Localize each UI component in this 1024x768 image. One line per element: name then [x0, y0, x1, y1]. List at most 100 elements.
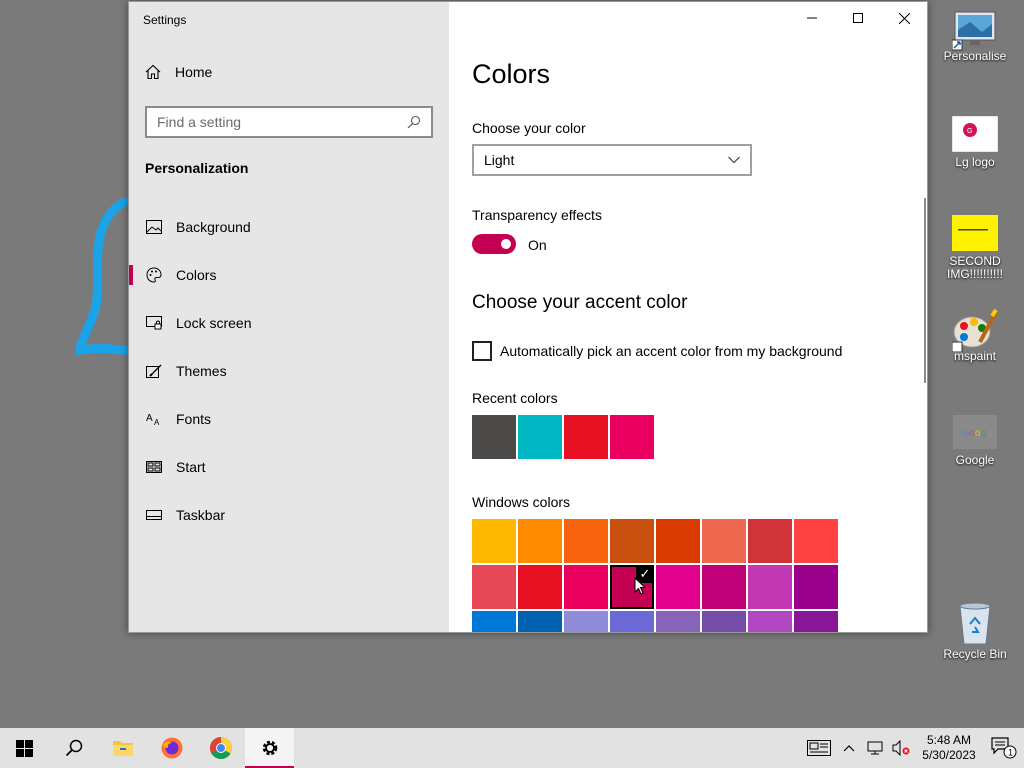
- clock[interactable]: 5:48 AM 5/30/2023: [914, 733, 984, 763]
- windows-color-swatch[interactable]: [656, 519, 700, 563]
- settings-taskbar-button[interactable]: [245, 728, 294, 768]
- recent-color-swatch[interactable]: [564, 415, 608, 459]
- home-icon: [145, 64, 161, 80]
- news-icon: [807, 740, 831, 756]
- home-label: Home: [175, 64, 213, 80]
- windows-color-swatch[interactable]: [748, 611, 792, 632]
- nav-item-taskbar[interactable]: Taskbar: [129, 491, 449, 539]
- nav-item-themes[interactable]: Themes: [129, 347, 449, 395]
- search-box[interactable]: [145, 106, 433, 138]
- windows-color-swatch[interactable]: [656, 611, 700, 632]
- chevron-down-icon: [728, 156, 740, 164]
- nav-item-background[interactable]: Background: [129, 203, 449, 251]
- start-icon: [145, 459, 162, 476]
- notification-icon: 1: [991, 737, 1017, 759]
- windows-color-swatch[interactable]: [472, 611, 516, 632]
- auto-pick-row[interactable]: Automatically pick an accent color from …: [472, 341, 842, 361]
- desktop-icon-label: SECOND IMG!!!!!!!!!!: [946, 254, 1003, 281]
- page-title: Colors: [472, 59, 551, 89]
- system-tray: 5:48 AM 5/30/2023 1: [802, 728, 1024, 768]
- firefox-button[interactable]: [147, 728, 196, 768]
- network-button[interactable]: [862, 728, 888, 768]
- section-label: Personalization: [145, 160, 249, 176]
- home-link[interactable]: Home: [145, 64, 212, 80]
- windows-color-swatch[interactable]: [518, 565, 562, 609]
- chrome-icon: [209, 737, 232, 759]
- nav-item-lock-screen[interactable]: Lock screen: [129, 299, 449, 347]
- desktop-icon-label: Recycle Bin: [943, 647, 1007, 661]
- windows-color-swatch[interactable]: [794, 519, 838, 563]
- search-button[interactable]: [49, 728, 98, 768]
- nav-item-colors[interactable]: Colors: [129, 251, 449, 299]
- desktop-icon-second-img[interactable]: SECOND IMG!!!!!!!!!!: [937, 215, 1013, 281]
- windows-color-swatch[interactable]: [610, 611, 654, 632]
- windows-color-swatch[interactable]: [472, 519, 516, 563]
- recent-color-swatch[interactable]: [518, 415, 562, 459]
- desktop-icon-personalise[interactable]: Personalise: [937, 10, 1013, 63]
- chrome-button[interactable]: [196, 728, 245, 768]
- desktop-icon-mspaint[interactable]: mspaint: [937, 308, 1013, 363]
- monitor-icon: [951, 10, 998, 51]
- content-pane: Colors Choose your color Light Transpare…: [449, 2, 927, 632]
- transparency-toggle[interactable]: [472, 234, 516, 254]
- choose-color-dropdown[interactable]: Light: [472, 144, 752, 176]
- windows-color-swatch[interactable]: [748, 565, 792, 609]
- google-icon: Goog: [951, 413, 999, 451]
- windows-color-swatch[interactable]: [702, 565, 746, 609]
- windows-color-swatch[interactable]: [610, 519, 654, 563]
- nav-label: Colors: [176, 267, 217, 283]
- start-button[interactable]: [0, 728, 49, 768]
- lock-screen-icon: [145, 315, 162, 332]
- search-icon[interactable]: [407, 115, 421, 129]
- windows-color-swatch[interactable]: [518, 519, 562, 563]
- windows-color-swatch[interactable]: [472, 565, 516, 609]
- news-button[interactable]: [802, 728, 836, 768]
- svg-text:A: A: [146, 413, 153, 424]
- notification-count: 1: [1008, 748, 1013, 758]
- network-icon: [867, 741, 883, 755]
- windows-color-swatch[interactable]: [656, 565, 700, 609]
- show-hidden-icons-button[interactable]: [836, 728, 862, 768]
- desktop-icon-google[interactable]: Goog Google: [937, 413, 1013, 467]
- windows-color-swatch[interactable]: [518, 611, 562, 632]
- nav-item-fonts[interactable]: AA Fonts: [129, 395, 449, 443]
- action-center-button[interactable]: 1: [984, 728, 1024, 768]
- desktop-icon-lg-logo[interactable]: G Lg logo: [937, 115, 1013, 169]
- clock-time: 5:48 AM: [926, 733, 972, 747]
- file-explorer-button[interactable]: [98, 728, 147, 768]
- accent-heading: Choose your accent color: [472, 292, 688, 313]
- sidebar: Settings Home Personalization Background…: [129, 2, 449, 632]
- windows-color-swatch[interactable]: [794, 565, 838, 609]
- windows-color-swatch[interactable]: [564, 611, 608, 632]
- maximize-icon: [853, 13, 863, 23]
- svg-text:A: A: [154, 418, 160, 426]
- nav-label: Taskbar: [176, 507, 226, 523]
- nav-item-start[interactable]: Start: [129, 443, 449, 491]
- taskbar: 5:48 AM 5/30/2023 1: [0, 728, 1024, 768]
- auto-pick-checkbox[interactable]: [472, 341, 492, 361]
- nav-label: Start: [176, 459, 206, 475]
- windows-color-swatch[interactable]: [564, 565, 608, 609]
- toggle-knob: [501, 239, 511, 249]
- desktop-icon-recycle-bin[interactable]: Recycle Bin: [937, 602, 1013, 661]
- scrollbar[interactable]: [924, 198, 926, 383]
- minimize-button[interactable]: [789, 2, 835, 34]
- maximize-button[interactable]: [835, 2, 881, 34]
- mspaint-icon: [951, 308, 998, 353]
- windows-color-swatch[interactable]: ✓: [610, 565, 654, 609]
- choose-color-label: Choose your color: [472, 120, 586, 136]
- search-input[interactable]: [157, 114, 407, 130]
- toggle-state: On: [528, 237, 547, 253]
- recent-color-swatch[interactable]: [610, 415, 654, 459]
- recent-color-swatch[interactable]: [472, 415, 516, 459]
- close-button[interactable]: [881, 2, 927, 34]
- windows-color-swatch[interactable]: [702, 611, 746, 632]
- volume-button[interactable]: [888, 728, 914, 768]
- windows-color-swatch[interactable]: [794, 611, 838, 632]
- nav-label: Fonts: [176, 411, 212, 427]
- windows-color-swatch[interactable]: [702, 519, 746, 563]
- caption-buttons: [789, 2, 927, 34]
- windows-color-swatch[interactable]: [564, 519, 608, 563]
- svg-text:g: g: [981, 428, 987, 439]
- windows-color-swatch[interactable]: [748, 519, 792, 563]
